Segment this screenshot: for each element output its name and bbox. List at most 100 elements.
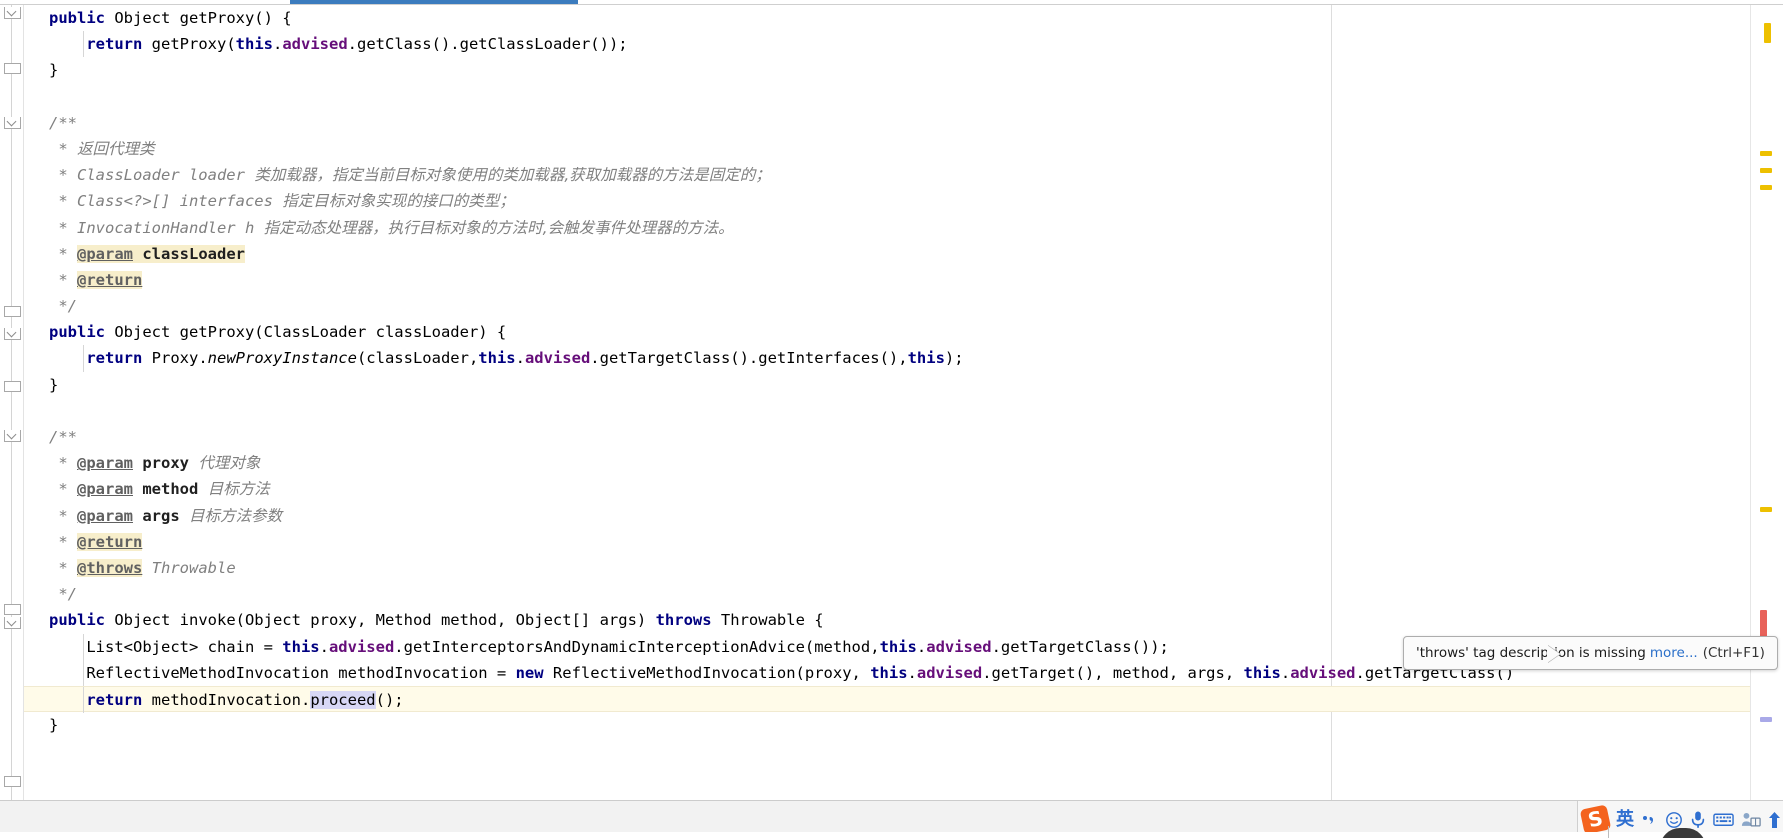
fold-toggle-icon[interactable] (4, 603, 21, 615)
code-token: this (478, 349, 516, 368)
fold-toggle-icon[interactable] (4, 775, 21, 787)
code-token: .getInterceptorsAndDynamicInterceptionAd… (394, 637, 880, 656)
ime-emoji-icon[interactable] (1665, 811, 1683, 829)
error-stripe-marker[interactable] (1760, 185, 1772, 190)
code-token: } (49, 716, 59, 735)
code-folding-gutter[interactable] (0, 5, 24, 800)
code-token: getProxy( (142, 35, 236, 54)
fold-toggle-icon[interactable] (4, 62, 21, 74)
fold-toggle-icon[interactable] (4, 430, 21, 442)
code-token: . (1280, 663, 1291, 682)
code-token: * (49, 244, 77, 263)
code-line[interactable]: * ClassLoader loader 类加载器，指定当前目标对象使用的类加载… (24, 162, 1750, 188)
code-token: */ (49, 297, 77, 316)
taskbar-divider (1608, 826, 1609, 838)
code-token: return (86, 349, 143, 368)
code-token: * (49, 558, 77, 577)
code-line[interactable]: * @param method 目标方法 (24, 476, 1750, 502)
active-tab-indicator[interactable] (290, 0, 578, 4)
code-line[interactable]: * @throws Throwable (24, 555, 1750, 581)
code-line[interactable]: public Object invoke(Object proxy, Metho… (24, 607, 1750, 633)
fold-toggle-icon[interactable] (4, 380, 21, 392)
code-token: .getTarget(), method, args, (982, 663, 1244, 682)
ime-soft-keyboard-icon[interactable] (1713, 812, 1734, 827)
code-token: Object getProxy(ClassLoader classLoader)… (105, 323, 507, 342)
code-token: (); (375, 690, 404, 709)
code-token: throws (655, 611, 712, 630)
code-line[interactable]: * @return (24, 529, 1750, 555)
code-line[interactable]: * 返回代理类 (24, 136, 1750, 162)
code-line[interactable]: /** (24, 424, 1750, 450)
code-line[interactable]: * @param classLoader (24, 241, 1750, 267)
code-token: @param (77, 244, 133, 263)
source-code[interactable]: public Object getProxy() { return getPro… (24, 5, 1750, 738)
code-line[interactable]: return Proxy.newProxyInstance(classLoade… (24, 345, 1750, 372)
fold-toggle-icon[interactable] (4, 328, 21, 340)
ime-mode-chinese-english-icon[interactable]: 英 (1616, 810, 1634, 829)
code-token: * (49, 454, 77, 473)
code-line[interactable] (24, 84, 1750, 110)
error-stripe-marker[interactable] (1764, 23, 1771, 43)
code-token: . (319, 637, 329, 656)
error-stripe-gutter[interactable] (1750, 5, 1783, 800)
code-token: * (49, 506, 77, 525)
code-token: 目标方法 (207, 480, 270, 499)
code-line[interactable]: * @param args 目标方法参数 (24, 503, 1750, 529)
code-line[interactable] (24, 398, 1750, 424)
ime-menu-icon[interactable] (1768, 811, 1781, 829)
code-token: */ (49, 585, 77, 604)
ime-toolbox-icon[interactable] (1741, 811, 1761, 828)
chevron-down-icon (4, 381, 21, 392)
code-line[interactable]: public Object getProxy(ClassLoader class… (24, 319, 1750, 345)
code-token: advised (524, 349, 591, 368)
code-token: ); (944, 349, 964, 368)
ime-voice-input-icon[interactable] (1690, 810, 1706, 829)
code-line[interactable]: } (24, 57, 1750, 83)
error-stripe-marker[interactable] (1760, 717, 1772, 722)
code-token: public (49, 323, 105, 342)
fold-toggle-icon[interactable] (4, 617, 21, 629)
error-stripe-marker[interactable] (1760, 151, 1772, 156)
code-line[interactable]: /** (24, 110, 1750, 136)
code-line[interactable]: * @return (24, 267, 1750, 293)
code-token: this (907, 349, 945, 368)
code-token: public (49, 9, 105, 27)
fold-toggle-icon[interactable] (4, 305, 21, 317)
code-token: . (272, 35, 283, 54)
code-line[interactable]: return methodInvocation.proceed(); (24, 685, 1750, 714)
code-token: Object invoke(Object proxy, Method metho… (105, 611, 656, 630)
indent-guide (83, 633, 84, 660)
code-line[interactable]: * @param proxy 代理对象 (24, 450, 1750, 476)
code-token: this (1243, 663, 1281, 682)
code-line[interactable]: public Object getProxy() { (24, 5, 1750, 31)
error-stripe-marker[interactable] (1760, 168, 1772, 173)
code-token: advised (916, 663, 983, 682)
tooltip-more-link[interactable]: more... (1650, 645, 1698, 661)
code-line[interactable]: */ (24, 293, 1750, 319)
code-token: @param (77, 480, 133, 499)
code-line[interactable]: return getProxy(this.advised.getClass().… (24, 31, 1750, 58)
code-token: . (916, 637, 927, 656)
code-line[interactable]: } (24, 372, 1750, 398)
code-line[interactable]: * Class<?>[] interfaces 指定目标对象实现的接口的类型； (24, 188, 1750, 214)
sogou-logo-icon[interactable]: S (1579, 804, 1612, 835)
code-token: return (86, 35, 143, 54)
code-line[interactable]: */ (24, 581, 1750, 607)
fold-toggle-icon[interactable] (4, 7, 21, 19)
chevron-down-icon (4, 604, 21, 615)
inspection-tooltip: 'throws' tag description is missing more… (1403, 636, 1778, 670)
fold-toggle-icon[interactable] (4, 117, 21, 129)
code-token: * Class<?>[] interfaces (49, 192, 283, 211)
code-line[interactable]: * InvocationHandler h 指定动态处理器，执行目标对象的方法时… (24, 215, 1750, 241)
code-token: @return (77, 270, 143, 289)
code-token: } (49, 375, 59, 394)
editor-text-area[interactable]: public Object getProxy() { return getPro… (24, 5, 1750, 800)
error-stripe-marker[interactable] (1760, 507, 1772, 512)
code-line[interactable]: } (24, 712, 1750, 738)
ime-punctuation-icon[interactable] (1641, 812, 1658, 828)
